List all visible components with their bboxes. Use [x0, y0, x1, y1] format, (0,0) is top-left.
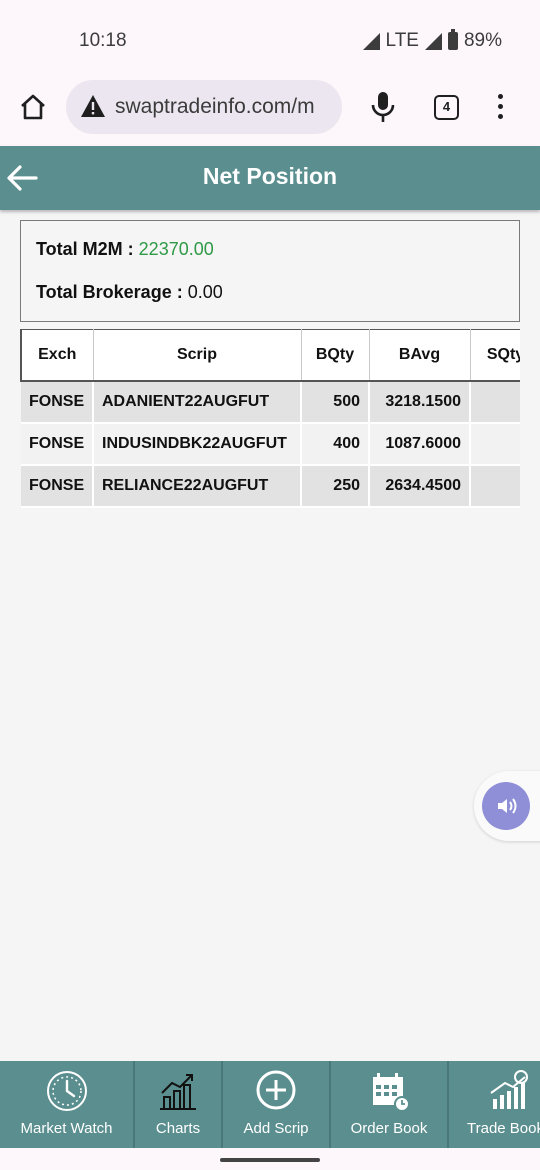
- status-bar: 10:18 LTE 89%: [0, 0, 540, 80]
- cell-sqty: [470, 422, 520, 466]
- table-header-row: Exch Scrip BQty BAvg SQty: [20, 329, 520, 382]
- total-brokerage-row: Total Brokerage : 0.00: [36, 282, 223, 303]
- table-row[interactable]: FONSE INDUSINDBK22AUGFUT 400 1087.6000: [21, 422, 520, 466]
- page-title: Net Position: [202, 163, 338, 189]
- nav-label: Trade Book: [467, 1120, 540, 1137]
- total-brokerage-label: Total Brokerage :: [36, 282, 183, 302]
- total-m2m-value: 22370.00: [138, 239, 214, 259]
- cell-bavg: 1087.6000: [369, 422, 471, 466]
- total-m2m-label: Total M2M :: [36, 239, 134, 259]
- cell-scrip: RELIANCE22AUGFUT: [93, 464, 302, 508]
- nav-label: Add Scrip: [243, 1120, 309, 1137]
- address-bar[interactable]: swaptradeinfo.com/m: [66, 80, 342, 134]
- cell-sqty: [470, 464, 520, 508]
- signal-icon: [362, 32, 380, 50]
- battery-icon: [447, 29, 458, 50]
- total-m2m-row: Total M2M : 22370.00: [36, 239, 214, 260]
- column-header-exch[interactable]: Exch: [20, 329, 94, 382]
- clock-icon: [46, 1071, 87, 1111]
- home-icon[interactable]: [18, 92, 48, 122]
- trade-icon: [490, 1070, 528, 1109]
- cell-scrip: ADANIENT22AUGFUT: [93, 380, 302, 424]
- microphone-icon[interactable]: [370, 91, 396, 123]
- floating-action-container: [474, 771, 540, 841]
- tab-switcher-button[interactable]: 4: [434, 95, 459, 120]
- net-position-table[interactable]: Exch Scrip BQty BAvg SQty FONSE ADANIENT…: [20, 329, 520, 509]
- cell-scrip: INDUSINDBK22AUGFUT: [93, 422, 302, 466]
- overflow-menu-icon[interactable]: [496, 94, 504, 122]
- cell-bqty: 250: [301, 464, 370, 508]
- warning-icon[interactable]: [80, 94, 106, 118]
- calendar-icon: [373, 1073, 410, 1112]
- cell-sqty: [470, 380, 520, 424]
- status-indicators: LTE 89%: [362, 29, 502, 52]
- total-brokerage-value: 0.00: [187, 282, 223, 302]
- nav-label: Market Watch: [20, 1120, 113, 1137]
- url-text[interactable]: swaptradeinfo.com/m: [115, 95, 315, 119]
- nav-market-watch[interactable]: Market Watch: [0, 1061, 135, 1148]
- chart-icon: [160, 1074, 196, 1110]
- table-row[interactable]: FONSE RELIANCE22AUGFUT 250 2634.4500: [21, 464, 520, 508]
- cell-bqty: 400: [301, 422, 370, 466]
- system-gesture-bar: [0, 1148, 540, 1170]
- cell-bavg: 3218.1500: [369, 380, 471, 424]
- column-header-scrip[interactable]: Scrip: [92, 329, 302, 382]
- battery-level: 89%: [463, 30, 502, 51]
- plus-circle-icon: [256, 1070, 296, 1110]
- app-header: Net Position: [0, 146, 540, 210]
- network-type: LTE: [385, 30, 419, 51]
- table-row[interactable]: FONSE ADANIENT22AUGFUT 500 3218.1500: [21, 380, 520, 424]
- nav-trade-book[interactable]: Trade Book: [449, 1061, 540, 1148]
- cell-bavg: 2634.4500: [369, 464, 471, 508]
- floating-sound-button[interactable]: [482, 782, 530, 830]
- bottom-navigation: Market Watch Charts Add Scrip Order Book: [0, 1061, 540, 1148]
- cell-exch: FONSE: [21, 464, 94, 508]
- status-time: 10:18: [79, 30, 127, 51]
- nav-add-scrip[interactable]: Add Scrip: [223, 1061, 331, 1148]
- nav-label: Order Book: [350, 1120, 428, 1137]
- nav-order-book[interactable]: Order Book: [331, 1061, 449, 1148]
- cell-exch: FONSE: [21, 380, 94, 424]
- cell-bqty: 500: [301, 380, 370, 424]
- cell-exch: FONSE: [21, 422, 94, 466]
- column-header-sqty[interactable]: SQty: [469, 329, 520, 382]
- summary-panel: Total M2M : 22370.00 Total Brokerage : 0…: [20, 220, 520, 322]
- browser-toolbar: swaptradeinfo.com/m 4: [0, 80, 540, 146]
- signal-icon-secondary: [424, 32, 442, 50]
- home-gesture-handle[interactable]: [220, 1158, 320, 1162]
- column-header-bavg[interactable]: BAvg: [368, 329, 471, 382]
- column-header-bqty[interactable]: BQty: [300, 329, 370, 382]
- nav-label: Charts: [155, 1120, 201, 1137]
- nav-charts[interactable]: Charts: [135, 1061, 223, 1148]
- speaker-icon: [498, 798, 517, 814]
